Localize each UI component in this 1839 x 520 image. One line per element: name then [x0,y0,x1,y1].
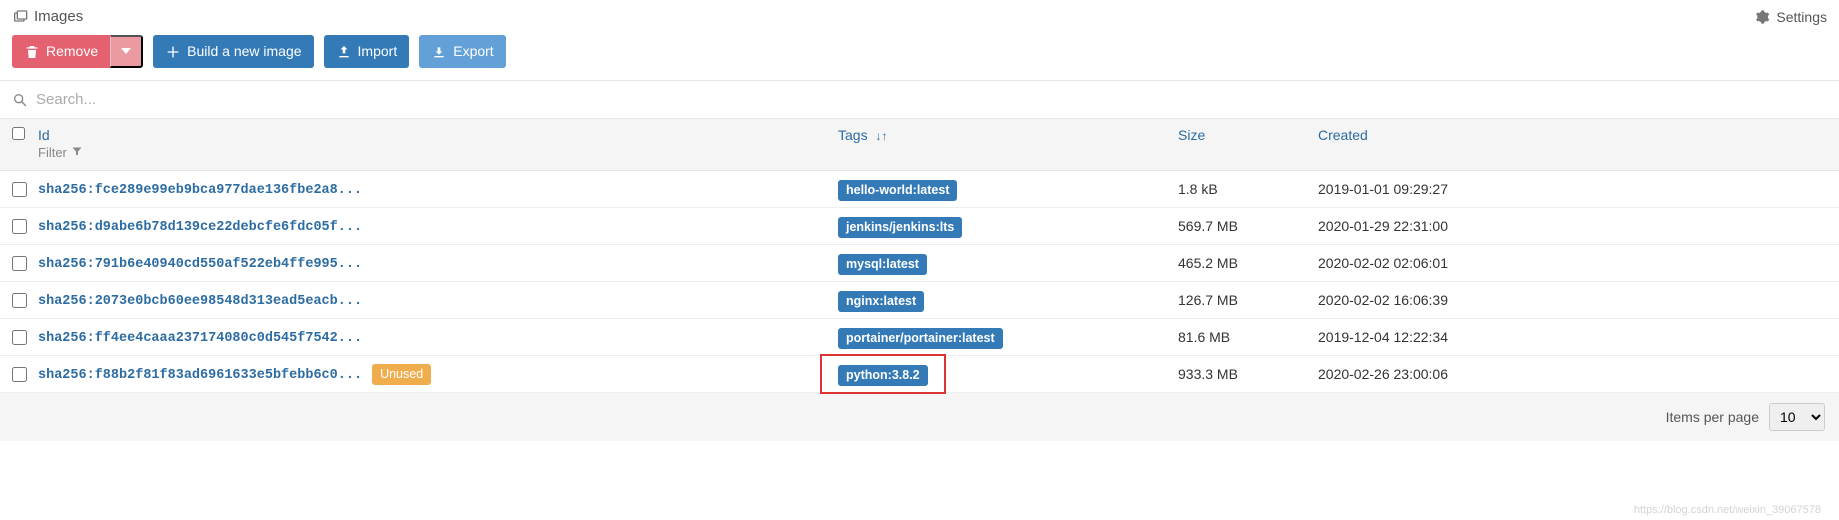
image-tag[interactable]: python:3.8.2 [838,365,928,386]
items-per-page-select[interactable]: 10 [1769,403,1825,431]
image-size: 465.2 MB [1178,255,1318,271]
image-created: 2019-01-01 09:29:27 [1318,181,1827,197]
image-tag[interactable]: nginx:latest [838,291,924,312]
image-id-link[interactable]: sha256:ff4ee4caaa237174080c0d545f7542... [38,331,362,346]
tag-box: jenkins/jenkins:lts [838,218,962,234]
tag-box: nginx:latest [838,292,924,308]
column-header-id[interactable]: Id Filter [38,127,838,160]
row-checkbox[interactable] [12,256,27,271]
plus-icon [165,44,181,60]
image-tag[interactable]: jenkins/jenkins:lts [838,217,962,238]
filter-toggle[interactable]: Filter [38,145,838,160]
export-label: Export [453,43,493,60]
unused-badge: Unused [372,364,431,385]
search-icon [12,92,28,108]
table-row: sha256:d9abe6b78d139ce22debcfe6fdc05f...… [0,208,1839,245]
tag-box: portainer/portainer:latest [838,329,1003,345]
row-checkbox[interactable] [12,182,27,197]
image-tag[interactable]: hello-world:latest [838,180,957,201]
column-header-created[interactable]: Created [1318,127,1827,143]
toolbar: Remove Build a new image Import Export [0,29,1839,81]
column-header-tags[interactable]: Tags ↓↑ [838,127,1178,143]
page-title: Images [34,8,83,25]
image-id-link[interactable]: sha256:fce289e99eb9bca977dae136fbe2a8... [38,183,362,198]
image-tag[interactable]: mysql:latest [838,254,927,275]
table-row: sha256:791b6e40940cd550af522eb4ffe995...… [0,245,1839,282]
row-checkbox[interactable] [12,293,27,308]
watermark: https://blog.csdn.net/weixin_39067578 [1634,504,1821,516]
table-row: sha256:2073e0bcb60ee98548d313ead5eacb...… [0,282,1839,319]
build-image-button[interactable]: Build a new image [153,35,313,68]
settings-link[interactable]: Settings [1754,9,1827,25]
gear-icon [1754,9,1770,25]
upload-icon [336,44,352,60]
image-size: 933.3 MB [1178,366,1318,382]
images-icon [12,9,28,25]
build-image-label: Build a new image [187,43,301,60]
remove-button-group: Remove [12,35,143,68]
image-created: 2020-02-02 02:06:01 [1318,255,1827,271]
image-created: 2019-12-04 12:22:34 [1318,329,1827,345]
image-size: 1.8 kB [1178,181,1318,197]
filter-icon [71,145,83,157]
page-title-wrap: Images [12,8,83,25]
image-size: 569.7 MB [1178,218,1318,234]
download-icon [431,44,447,60]
column-header-id-label: Id [38,127,50,143]
select-all-checkbox[interactable] [12,127,25,140]
import-label: Import [358,43,398,60]
image-id-link[interactable]: sha256:2073e0bcb60ee98548d313ead5eacb... [38,294,362,309]
caret-down-icon [121,44,131,59]
filter-label: Filter [38,145,67,160]
remove-dropdown-toggle[interactable] [110,35,143,68]
tag-box: mysql:latest [838,255,927,271]
highlighted-tag-box: python:3.8.2 [820,354,946,394]
tag-box: hello-world:latest [838,181,957,197]
image-size: 126.7 MB [1178,292,1318,308]
sort-icon: ↓↑ [875,129,887,143]
image-tag[interactable]: portainer/portainer:latest [838,328,1003,349]
table-row: sha256:ff4ee4caaa237174080c0d545f7542...… [0,319,1839,356]
image-id-link[interactable]: sha256:d9abe6b78d139ce22debcfe6fdc05f... [38,220,362,235]
export-button[interactable]: Export [419,35,505,68]
column-header-size-label: Size [1178,127,1205,143]
search-input[interactable] [36,91,1827,108]
image-id-link[interactable]: sha256:791b6e40940cd550af522eb4ffe995... [38,257,362,272]
image-created: 2020-02-26 23:00:06 [1318,366,1827,382]
table-row: sha256:f88b2f81f83ad6961633e5bfebb6c0...… [0,356,1839,393]
items-per-page-label: Items per page [1666,409,1759,425]
row-checkbox[interactable] [12,330,27,345]
image-created: 2020-02-02 16:06:39 [1318,292,1827,308]
search-row [0,81,1839,119]
image-size: 81.6 MB [1178,329,1318,345]
remove-button[interactable]: Remove [12,35,110,68]
image-id-link[interactable]: sha256:f88b2f81f83ad6961633e5bfebb6c0... [38,368,362,383]
table-footer: Items per page 10 [0,393,1839,441]
table-header: Id Filter Tags ↓↑ Size Created [0,119,1839,171]
table-row: sha256:fce289e99eb9bca977dae136fbe2a8...… [0,171,1839,208]
remove-label: Remove [46,43,98,60]
row-checkbox[interactable] [12,367,27,382]
column-header-created-label: Created [1318,127,1368,143]
column-header-size[interactable]: Size [1178,127,1318,143]
settings-label: Settings [1776,9,1827,25]
image-created: 2020-01-29 22:31:00 [1318,218,1827,234]
row-checkbox[interactable] [12,219,27,234]
column-header-tags-label: Tags [838,127,868,143]
import-button[interactable]: Import [324,35,410,68]
trash-icon [24,44,40,60]
